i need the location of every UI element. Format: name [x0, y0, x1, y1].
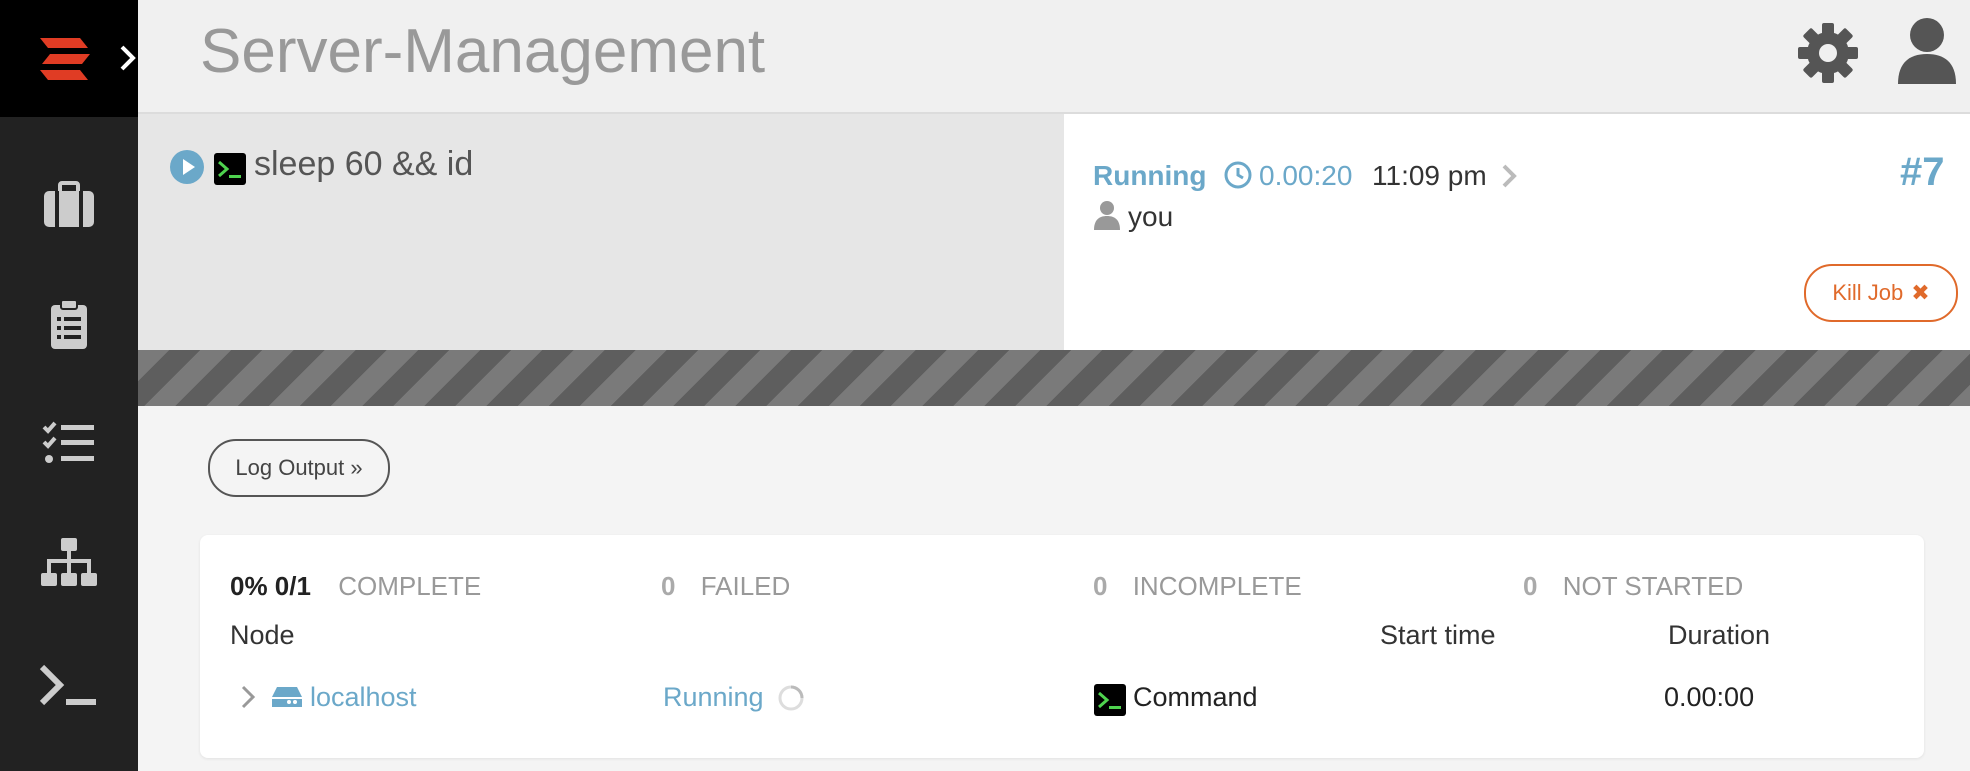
summary-not-started-label: NOT STARTED — [1562, 571, 1744, 601]
clipboard-icon — [49, 298, 89, 356]
chevron-right-icon[interactable] — [240, 684, 256, 715]
summary-incomplete-label: INCOMPLETE — [1132, 571, 1302, 601]
summary-complete-label: COMPLETE — [338, 571, 482, 601]
checklist-icon — [42, 421, 96, 470]
terminal-step-icon — [214, 153, 246, 190]
node-status-text: Running — [663, 682, 764, 712]
sitemap-icon — [39, 537, 99, 593]
log-output-button[interactable]: Log Output » — [208, 439, 390, 497]
summary-failed-label: FAILED — [700, 571, 791, 601]
sidebar-item-jobs[interactable] — [0, 162, 138, 252]
server-icon — [271, 686, 303, 713]
job-number[interactable]: #7 — [1900, 150, 1945, 195]
user-small-icon — [1093, 200, 1121, 235]
clock-icon — [1224, 161, 1252, 194]
spinner-icon — [777, 684, 805, 717]
progress-bar-running — [138, 350, 1970, 406]
step-name: Command — [1133, 682, 1258, 712]
chevron-right-icon[interactable] — [118, 44, 138, 77]
job-start-time: 11:09 pm — [1372, 160, 1487, 191]
sidebar-item-nodes[interactable] — [0, 520, 138, 610]
kill-job-button[interactable]: Kill Job ✖ — [1804, 264, 1958, 322]
kill-job-label: Kill Job — [1832, 280, 1904, 305]
chevron-right-icon[interactable] — [1500, 163, 1518, 194]
summary-incomplete-count: 0 — [1093, 571, 1108, 601]
summary-complete: 0% 0/1 COMPLETE — [230, 571, 481, 602]
summary-failed: 0 FAILED — [661, 571, 790, 602]
summary-percent: 0% 0/1 — [230, 571, 311, 601]
summary-not-started: 0 NOT STARTED — [1523, 571, 1743, 602]
briefcase-icon — [42, 180, 96, 234]
column-header-node: Node — [230, 620, 295, 650]
job-command-text: sleep 60 && id — [254, 145, 474, 183]
column-header-start-time: Start time — [1380, 620, 1496, 650]
row-duration: 0.00:00 — [1664, 682, 1755, 712]
sidebar-item-command-line[interactable] — [0, 642, 138, 732]
terminal-step-icon — [1094, 684, 1126, 721]
summary-incomplete: 0 INCOMPLETE — [1093, 571, 1302, 602]
user-icon[interactable] — [1896, 16, 1958, 91]
job-duration: 0.00:20 — [1259, 160, 1353, 191]
play-circle-icon[interactable] — [170, 150, 204, 189]
job-status-text: Running — [1093, 160, 1207, 191]
node-link[interactable]: localhost — [310, 682, 417, 713]
gear-icon[interactable] — [1796, 16, 1860, 95]
terminal-icon — [38, 663, 100, 712]
close-icon: ✖ — [1911, 280, 1930, 305]
column-header-duration: Duration — [1668, 620, 1771, 650]
summary-not-started-count: 0 — [1523, 571, 1538, 601]
page-title: Server-Management — [200, 17, 766, 86]
sidebar-item-activity[interactable] — [0, 282, 138, 372]
job-user: you — [1128, 201, 1174, 232]
summary-failed-count: 0 — [661, 571, 676, 601]
sidebar-item-commands[interactable] — [0, 400, 138, 490]
